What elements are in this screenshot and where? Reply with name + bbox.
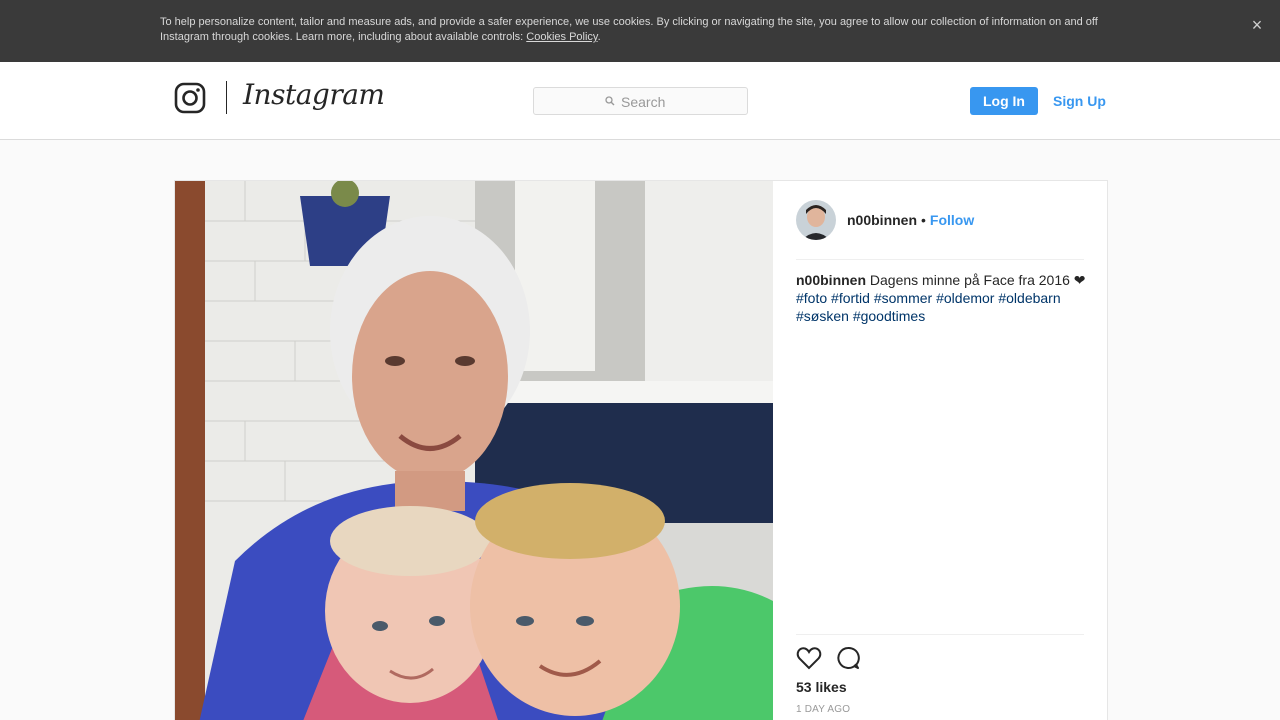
cookie-banner: To help personalize content, tailor and … [0, 0, 1280, 62]
hashtag-link[interactable]: #foto [796, 290, 827, 306]
search-placeholder: Search [621, 94, 666, 110]
caption-username[interactable]: n00binnen [796, 272, 866, 288]
hashtag-link[interactable]: #oldemor [936, 290, 994, 306]
avatar[interactable] [796, 200, 836, 240]
cookie-trailing: . [597, 31, 601, 43]
post-photo-illustration [175, 181, 773, 720]
divider [796, 259, 1084, 260]
likes-count[interactable]: 53 likes [796, 679, 847, 695]
post-timestamp[interactable]: 1 DAY AGO [796, 704, 850, 715]
close-icon[interactable]: × [1248, 16, 1266, 34]
owner-separator: • [921, 212, 926, 228]
logo-divider [226, 81, 227, 114]
signup-link[interactable]: Sign Up [1053, 93, 1106, 109]
follow-button[interactable]: Follow [930, 212, 974, 228]
comment-icon[interactable] [836, 646, 860, 670]
post-caption: n00binnen Dagens minne på Face fra 2016 … [796, 271, 1086, 325]
divider [796, 634, 1084, 635]
search-input[interactable]: Search [533, 87, 748, 115]
caption-text: Dagens minne på Face fra 2016 ❤ [866, 272, 1086, 288]
post-details-panel: n00binnen • Follow n00binnen Dagens minne … [773, 181, 1108, 720]
hashtag-link[interactable]: #goodtimes [853, 308, 925, 324]
search-icon [605, 96, 615, 106]
login-button[interactable]: Log In [970, 87, 1038, 115]
owner-username[interactable]: n00binnen [847, 212, 917, 228]
hashtag-link[interactable]: #søsken [796, 308, 849, 324]
hashtag-link[interactable]: #sommer [874, 290, 932, 306]
cookies-policy-link[interactable]: Cookies Policy [526, 31, 597, 43]
instagram-glyph-icon[interactable] [174, 82, 206, 114]
instagram-wordmark[interactable]: Instagram [243, 78, 385, 111]
avatar-image [796, 200, 836, 240]
heart-icon[interactable] [796, 646, 822, 670]
post-owner-row: n00binnen • Follow [847, 212, 974, 228]
cookie-text: To help personalize content, tailor and … [160, 15, 1120, 45]
hashtag-link[interactable]: #oldebarn [998, 290, 1060, 306]
cookie-message: To help personalize content, tailor and … [160, 16, 1098, 43]
hashtag-link[interactable]: #fortid [831, 290, 870, 306]
post-card: n00binnen • Follow n00binnen Dagens minne … [174, 180, 1108, 720]
top-nav: Instagram Search Log In Sign Up [0, 62, 1280, 140]
post-photo[interactable] [175, 181, 773, 720]
